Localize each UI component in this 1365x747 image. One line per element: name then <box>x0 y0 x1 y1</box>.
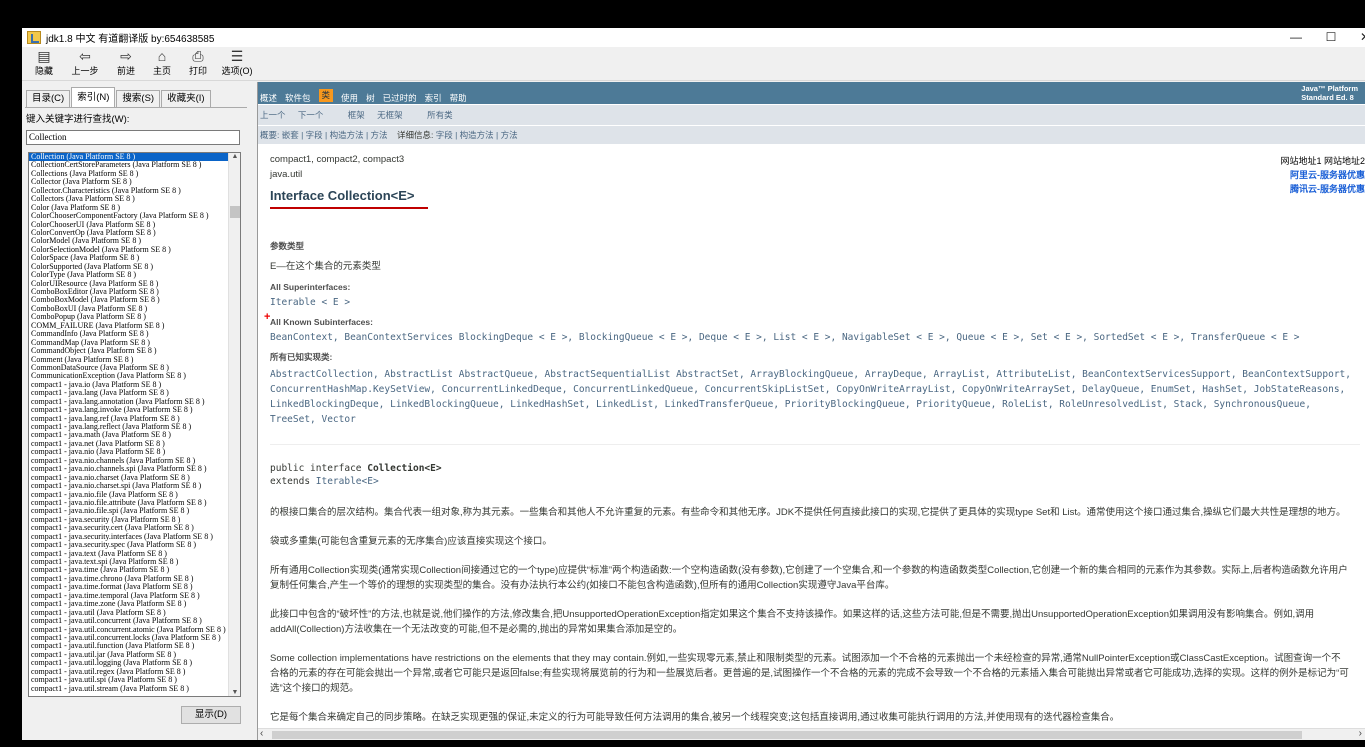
hide-label: 隐藏 <box>34 66 53 76</box>
nav-tabs: 目录(C) 索引(N) 搜索(S) 收藏夹(I) <box>26 87 212 107</box>
tab-index[interactable]: 索引(N) <box>71 87 116 107</box>
extends-link[interactable]: Iterable<E> <box>316 476 379 487</box>
window-title: jdk1.8 中文 有道翻译版 by:654638585 <box>46 34 215 45</box>
horizontal-scroll-thumb[interactable] <box>272 731 1302 739</box>
app-icon <box>27 31 41 44</box>
printer-icon: ⎙ <box>192 48 204 64</box>
nav-link[interactable]: 概述 <box>260 92 277 104</box>
interface-title: Interface Collection<E> <box>270 188 415 203</box>
home-button[interactable]: ⌂ 主页 <box>152 47 172 79</box>
home-icon: ⌂ <box>157 48 167 64</box>
print-button[interactable]: ⎙ 打印 <box>188 47 208 79</box>
doc-content: 概述 软件包类使用树已过时的 索引 帮助 Java™ Platform Standar… <box>257 82 1365 740</box>
detail-label: 详细信息: <box>396 130 434 140</box>
display-button[interactable]: 显示(D) <box>181 706 241 724</box>
description-p3: 所有通用Collection实现类(通常实现Collection间接通过它的一个… <box>270 565 1348 591</box>
superinterfaces-label: All Superinterfaces: <box>270 282 351 292</box>
decl-prefix: public interface <box>270 463 368 474</box>
keyword-input[interactable]: Collection <box>26 130 240 145</box>
index-scrollbar[interactable]: ▲ ▼ <box>228 153 240 696</box>
description-p5: Some collection implementations have res… <box>270 653 1349 694</box>
tab-search[interactable]: 搜索(S) <box>116 90 161 107</box>
navigation-pane: 目录(C) 索引(N) 搜索(S) 收藏夹(I) 键入关键字进行查找(W): C… <box>22 82 249 740</box>
minimize-button[interactable]: — <box>1279 28 1313 47</box>
tab-contents[interactable]: 目录(C) <box>26 90 71 107</box>
help-window: jdk1.8 中文 有道翻译版 by:654638585 — ☐ ✕ ▤ 隐藏 … <box>22 28 1365 740</box>
hide-pane-icon: ▤ <box>37 48 51 64</box>
description-p6: 它是每个集合来确定自己的同步策略。在缺乏实现更强的保证,未定义的行为可能导致任何… <box>270 712 1120 723</box>
forward-label: 前进 <box>116 66 135 76</box>
options-icon: ☰ <box>230 48 244 64</box>
prev-class-link[interactable]: 上一个 <box>260 110 286 120</box>
superinterfaces-value[interactable]: Iterable < E > <box>270 295 1360 310</box>
scroll-thumb[interactable] <box>230 206 240 218</box>
tab-favorites[interactable]: 收藏夹(I) <box>161 90 211 107</box>
index-list-item[interactable]: compact1 - java.util.stream (Java Platfo… <box>29 684 228 693</box>
platform-line2: Standard Ed. 8 <box>1301 93 1354 102</box>
extends-keyword: extends <box>270 476 316 487</box>
red-underline-annotation <box>270 207 428 209</box>
package-name[interactable]: java.util <box>270 169 1360 180</box>
scroll-down-icon[interactable]: ▼ <box>229 689 240 696</box>
nav-link[interactable]: 帮助 <box>450 92 467 104</box>
options-label: 选项(O) <box>221 66 253 76</box>
type-params-value: E—在这个集合的元素类型 <box>270 261 381 272</box>
horizontal-scrollbar[interactable]: ‹ › <box>258 728 1365 740</box>
description-p4: 此接口中包含的“破坏性”的方法,也就是说,他们操作的方法,修改集合,把Unsup… <box>270 609 1315 635</box>
next-class-link[interactable]: 下一个 <box>298 110 324 120</box>
print-label: 打印 <box>188 66 207 76</box>
declaration-line: public interface Collection<E> <box>270 463 1360 474</box>
all-classes-link[interactable]: 所有类 <box>427 110 453 120</box>
description-p2: 袋或多重集(可能包含重复元素的无序集合)应该直接实现这个接口。 <box>270 536 552 547</box>
compact-profiles: compact1, compact2, compact3 <box>270 154 405 165</box>
toolbar: ▤ 隐藏 ⇦ 上一步 ⇨ 前进 ⌂ 主页 ⎙ 打印 ☰ 选项(O) <box>22 47 1365 81</box>
scroll-up-icon[interactable]: ▲ <box>229 153 240 160</box>
back-button[interactable]: ⇦ 上一步 <box>71 47 99 79</box>
description-p1: 的根接口集合的层次结构。集合代表一组对象,称为其元素。一些集合和其他人不允许重复… <box>270 507 1346 518</box>
nav-link[interactable]: 类 <box>318 89 334 102</box>
nav-link[interactable]: 索引 <box>425 92 442 104</box>
summary-nav: 概要: 嵌套 | 字段 | 构造方法 | 方法 详细信息: 字段 | 构造方法 … <box>258 125 1365 144</box>
back-arrow-icon: ⇦ <box>79 48 91 64</box>
close-button[interactable]: ✕ <box>1348 28 1365 47</box>
implementing-classes-label: 所有已知实现类: <box>270 352 333 362</box>
options-button[interactable]: ☰ 选项(O) <box>221 47 253 79</box>
decl-name: Collection<E> <box>367 463 442 474</box>
top-nav-bar: 概述 软件包类使用树已过时的 索引 帮助 Java™ Platform Standar… <box>258 82 1365 104</box>
nav-link[interactable]: 软件包 <box>285 92 311 104</box>
keyword-label: 键入关键字进行查找(W): <box>26 114 130 125</box>
platform-line1: Java™ Platform <box>1301 84 1358 93</box>
nav-link[interactable]: 树 <box>366 92 375 104</box>
platform-label: Java™ Platform Standard Ed. 8 <box>1301 84 1358 102</box>
home-label: 主页 <box>152 66 171 76</box>
back-label: 上一步 <box>71 66 99 76</box>
class-doc: compact1, compact2, compact3 java.util I… <box>264 154 1360 725</box>
declaration: public interface Collection<E> extends I… <box>270 444 1360 487</box>
nav-link[interactable]: 使用 <box>341 92 358 104</box>
subinterfaces-label-text: All Known Subinterfaces: <box>270 317 373 327</box>
sub-nav: 上一个 下一个 框架 无框架 所有类 <box>258 105 1365 125</box>
no-frames-link[interactable]: 无框架 <box>377 110 403 120</box>
frames-link[interactable]: 框架 <box>348 110 365 120</box>
summary-links[interactable]: 概要: 嵌套 | 字段 | 构造方法 | 方法 <box>260 130 388 140</box>
subinterfaces-value[interactable]: BeanContext, BeanContextServices Blockin… <box>270 330 1360 345</box>
nav-link[interactable]: 已过时的 <box>383 92 417 104</box>
forward-arrow-icon: ⇨ <box>120 48 132 64</box>
implementing-classes-value[interactable]: AbstractCollection, AbstractList Abstrac… <box>270 367 1355 427</box>
red-plus-annotation: + <box>264 311 271 323</box>
hide-button[interactable]: ▤ 隐藏 <box>34 47 54 79</box>
detail-links[interactable]: 字段 | 构造方法 | 方法 <box>436 130 518 140</box>
type-params-label: 参数类型 <box>270 241 305 251</box>
index-list[interactable]: Collection (Java Platform SE 8 ) Collecti… <box>28 152 241 697</box>
title-bar: jdk1.8 中文 有道翻译版 by:654638585 — ☐ ✕ <box>22 28 1365 47</box>
subinterfaces-label: + All Known Subinterfaces: <box>264 311 1360 327</box>
scroll-left-icon[interactable]: ‹ <box>260 728 263 739</box>
extends-line: extends Iterable<E> <box>270 476 1360 487</box>
scroll-right-icon[interactable]: › <box>1359 728 1362 739</box>
forward-button[interactable]: ⇨ 前进 <box>115 47 137 79</box>
maximize-button[interactable]: ☐ <box>1314 28 1348 47</box>
